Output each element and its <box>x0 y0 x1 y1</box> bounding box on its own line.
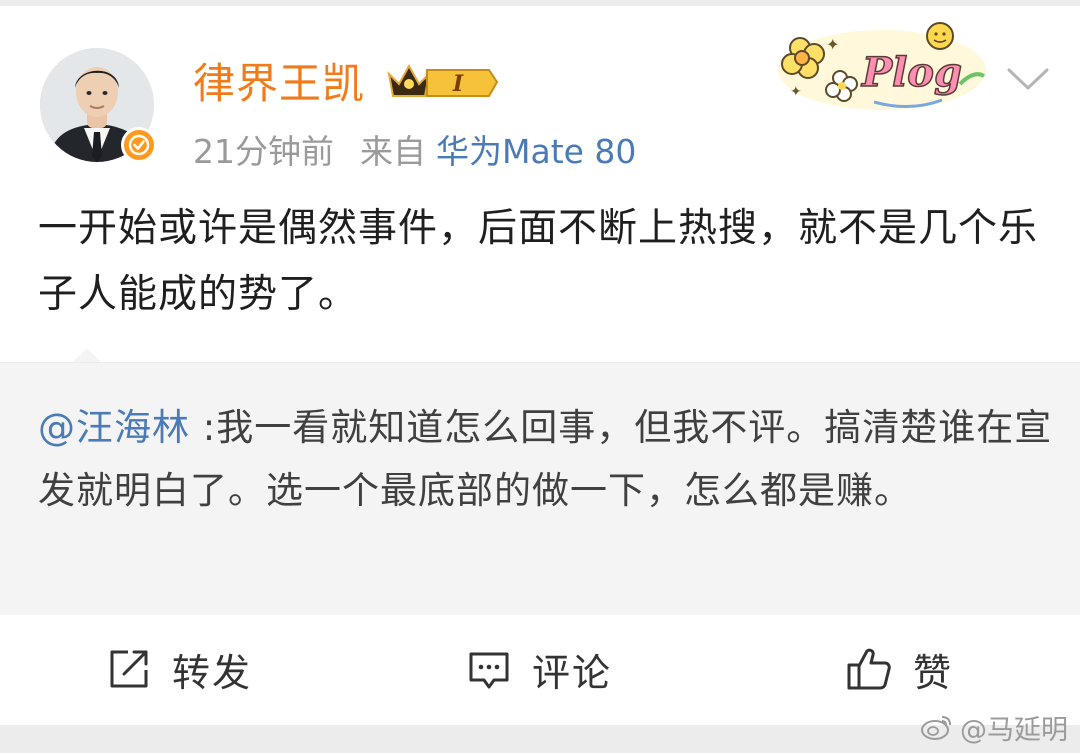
source-prefix: 来自 <box>360 132 426 171</box>
mention-link[interactable]: @汪海林 <box>38 406 190 449</box>
comment-icon <box>469 652 509 689</box>
repost-pointer <box>72 348 102 363</box>
plog-sticker-icon: ✦ ✦ Plog <box>778 22 986 110</box>
repost-button[interactable]: 转发 <box>106 643 252 695</box>
top-divider <box>0 0 1080 6</box>
action-bar: 转发 评论 赞 <box>0 615 1080 725</box>
post-meta: 21分钟前 来自 华为Mate 80 <box>193 130 636 174</box>
weibo-logo-icon <box>921 716 951 740</box>
post-time: 21分钟前 <box>193 132 334 171</box>
comment-label: 评论 <box>532 650 613 695</box>
bottom-divider <box>0 725 1080 753</box>
chevron-down-icon[interactable] <box>1005 62 1051 94</box>
weibo-post-card: 律界王凯 I 21分钟前 来自 华为Mate 80 ✦ ✦ Plog 一开始或许… <box>0 0 1080 753</box>
like-label: 赞 <box>913 650 954 695</box>
source-device-link[interactable]: 华为Mate 80 <box>436 132 636 171</box>
member-level-text: I <box>452 71 464 97</box>
repost-icon <box>110 650 148 688</box>
watermark: @马延明 <box>920 707 1068 747</box>
flower-icon <box>781 37 825 79</box>
member-level-badge[interactable]: I <box>385 60 500 104</box>
verified-badge-icon <box>121 127 157 163</box>
svg-text:✦: ✦ <box>790 84 802 100</box>
thumbs-up-icon <box>847 648 891 690</box>
post-body-text: 一开始或许是偶然事件，后面不断上热搜，就不是几个乐子人能成的势了。 <box>38 206 1039 317</box>
like-button[interactable]: 赞 <box>845 643 953 695</box>
username[interactable]: 律界王凯 <box>193 58 365 110</box>
quoted-post-content: :我一看就知道怎么回事，但我不评。搞清楚谁在宣发就明白了。选一个最底部的做一下，… <box>38 406 1053 512</box>
sticker-text: Plog <box>861 49 962 96</box>
svg-text:✦: ✦ <box>826 35 839 54</box>
quoted-post-text: @汪海林 :我一看就知道怎么回事，但我不评。搞清楚谁在宣发就明白了。选一个最底部… <box>38 396 1053 522</box>
comment-button[interactable]: 评论 <box>466 643 612 695</box>
repost-label: 转发 <box>172 650 253 695</box>
watermark-text: @马延明 <box>960 714 1068 746</box>
